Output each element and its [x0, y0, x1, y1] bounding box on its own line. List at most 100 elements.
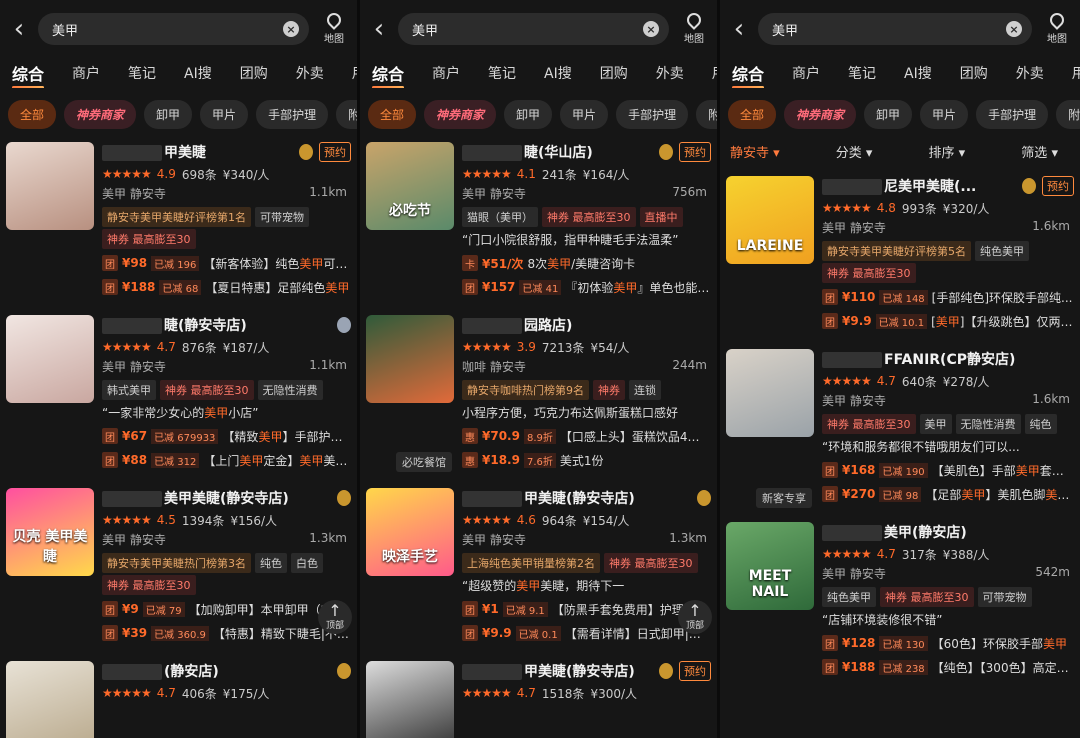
deal-row[interactable]: 团 ¥168已减 190【美肌色】手部美甲套餐|...	[822, 460, 1074, 480]
shop-thumbnail[interactable]	[366, 315, 454, 403]
shop-thumbnail[interactable]: MEET NAIL	[726, 522, 814, 610]
book-button[interactable]: 预约	[679, 661, 711, 681]
shop-name[interactable]: 甲美睫	[102, 142, 293, 162]
deal-row[interactable]: 团 ¥39 已减 360.9 【特惠】精致下睫毛|不限...	[102, 623, 351, 643]
shop-name[interactable]: 园路店)	[462, 315, 711, 335]
filter-area[interactable]: 静安寺 ▾	[730, 142, 780, 161]
chip-nail-tips[interactable]: 甲片	[560, 99, 609, 129]
deal-row[interactable]: 团 ¥1 已减 9.1 【防黑手套免费用】护理服务	[462, 599, 711, 619]
shop-thumbnail[interactable]	[366, 661, 454, 738]
shop-name[interactable]: 睫(静安寺店)	[102, 315, 331, 335]
back-arrow-icon[interactable]: ‹	[8, 14, 30, 44]
tab-all[interactable]: 综合	[732, 61, 765, 88]
shop-card[interactable]: 必吃节 睫(华山店) 预约 ★★★★★ 4.1 241条 ¥164/人 美甲 静安寺 756m 猫…	[366, 134, 711, 307]
tab-group-buy[interactable]: 团购	[960, 63, 988, 83]
tab-ai-search[interactable]: AI搜	[184, 63, 212, 83]
tab-notes[interactable]: 笔记	[848, 63, 876, 83]
chip-nearby[interactable]: 附	[336, 99, 357, 129]
tab-notes[interactable]: 笔记	[128, 63, 156, 83]
tab-more[interactable]: 用	[712, 63, 717, 83]
deal-row[interactable]: 惠 ¥18.9 7.6折 美式1份	[462, 450, 711, 470]
filter-category[interactable]: 分类 ▾	[836, 142, 873, 161]
book-button[interactable]: 预约	[319, 142, 351, 162]
tab-merchants[interactable]: 商户	[432, 63, 460, 83]
deal-row[interactable]: 团 ¥188 已减 238 【纯色】【300色】高定小...	[822, 657, 1074, 677]
deal-row[interactable]: 团 ¥270已减 98【足部美甲】美肌色脚美甲...	[822, 484, 1074, 504]
shop-thumbnail[interactable]: LAREINE	[726, 176, 814, 264]
back-arrow-icon[interactable]: ‹	[368, 14, 390, 44]
chip-coupon-merchant[interactable]: 神券商家	[424, 99, 497, 129]
tab-takeout[interactable]: 外卖	[1016, 63, 1044, 83]
shop-thumbnail[interactable]: 贝壳 美甲美睫	[6, 488, 94, 576]
chip-nearby[interactable]: 附	[696, 99, 717, 129]
chip-all[interactable]: 全部	[8, 99, 57, 129]
tab-group-buy[interactable]: 团购	[240, 63, 268, 83]
back-to-top-button[interactable]: ↑ 顶部	[318, 600, 352, 634]
chip-nail-tips[interactable]: 甲片	[200, 99, 249, 129]
map-button[interactable]: 地图	[317, 10, 351, 45]
map-button[interactable]: 地图	[1040, 10, 1074, 45]
chip-hand-care[interactable]: 手部护理	[256, 99, 329, 129]
book-button[interactable]: 预约	[679, 142, 711, 162]
back-arrow-icon[interactable]: ‹	[728, 14, 750, 44]
shop-name[interactable]: 美甲美睫(静安寺店)	[102, 488, 331, 508]
shop-card[interactable]: 甲美睫 预约 ★★★★★ 4.9 698条 ¥340/人 美甲 静安寺 1.1km 静安寺美甲美…	[6, 134, 351, 307]
back-to-top-button[interactable]: ↑ 顶部	[678, 600, 712, 634]
deal-row[interactable]: 卡 ¥51/次 8次美甲/美睫咨询卡	[462, 253, 711, 273]
shop-thumbnail[interactable]	[6, 661, 94, 738]
deal-row[interactable]: 团 ¥128 已减 130 【60色】环保胶手部美甲	[822, 633, 1074, 653]
deal-row[interactable]: 团 ¥88已减 312【上门美甲定金】美甲美睫...	[102, 450, 351, 470]
shop-name[interactable]: 甲美睫(静安寺店)	[462, 488, 691, 508]
search-input[interactable]: 美甲 ×	[398, 13, 669, 45]
deal-row[interactable]: 团 ¥9 已减 79 【加购卸甲】本甲卸甲（非单...	[102, 599, 351, 619]
shop-card[interactable]: 贝壳 美甲美睫 美甲美睫(静安寺店) ★★★★★ 4.5 1394条 ¥156/人 美甲 静…	[6, 480, 351, 653]
map-button[interactable]: 地图	[677, 10, 711, 45]
tab-all[interactable]: 综合	[372, 61, 405, 88]
chip-remove-nail[interactable]: 卸甲	[144, 99, 193, 129]
shop-card[interactable]: 睫(静安寺店) ★★★★★ 4.7 876条 ¥187/人 美甲 静安寺 1.1km 韩式美甲…	[6, 307, 351, 480]
chip-all[interactable]: 全部	[368, 99, 417, 129]
book-button[interactable]: 预约	[1042, 176, 1074, 196]
shop-card[interactable]: MEET NAIL 美甲(静安店) ★★★★★ 4.7 317条 ¥388/人 美甲 静安寺…	[726, 514, 1074, 687]
shop-thumbnail[interactable]	[6, 315, 94, 403]
tab-takeout[interactable]: 外卖	[296, 63, 324, 83]
tab-merchants[interactable]: 商户	[792, 63, 820, 83]
chip-nail-tips[interactable]: 甲片	[920, 99, 969, 129]
deal-row[interactable]: 惠 ¥70.9 8.9折 【口感上头】蛋糕饮品4选1...	[462, 426, 711, 446]
filter-more[interactable]: 筛选 ▾	[1021, 142, 1058, 161]
shop-name[interactable]: 美甲(静安店)	[822, 522, 1074, 542]
search-input[interactable]: 美甲 ×	[38, 13, 309, 45]
tab-all[interactable]: 综合	[12, 61, 45, 88]
chip-all[interactable]: 全部	[728, 99, 777, 129]
tab-takeout[interactable]: 外卖	[656, 63, 684, 83]
chip-remove-nail[interactable]: 卸甲	[504, 99, 553, 129]
shop-name[interactable]: 睫(华山店)	[462, 142, 653, 162]
tab-more[interactable]: 用	[352, 63, 357, 83]
deal-row[interactable]: 团 ¥110 已减 148 [手部纯色]环保胶手部纯...	[822, 287, 1074, 307]
filter-sort[interactable]: 排序 ▾	[929, 142, 966, 161]
chip-remove-nail[interactable]: 卸甲	[864, 99, 913, 129]
tab-group-buy[interactable]: 团购	[600, 63, 628, 83]
deal-row[interactable]: 团 ¥67已减 679933【精致美甲】手部护理专享	[102, 426, 351, 446]
deal-row[interactable]: 团 ¥9.9 已减 10.1 [美甲]【升级跳色】仅两指...	[822, 311, 1074, 331]
clear-icon[interactable]: ×	[1006, 21, 1022, 37]
chip-hand-care[interactable]: 手部护理	[616, 99, 689, 129]
clear-icon[interactable]: ×	[643, 21, 659, 37]
shop-card[interactable]: (静安店) ★★★★★ 4.7 406条 ¥175/人	[6, 653, 351, 738]
deal-row[interactable]: 团 ¥157已减 41『初体验美甲』单色也能美...	[462, 277, 711, 297]
shop-name[interactable]: 甲美睫(静安寺店)	[462, 661, 653, 681]
tab-more[interactable]: 用	[1072, 63, 1080, 83]
shop-card[interactable]: 映泽手艺 甲美睫(静安寺店) ★★★★★ 4.6 964条 ¥154/人 美甲 静安寺 1.3…	[366, 480, 711, 653]
chip-hand-care[interactable]: 手部护理	[976, 99, 1049, 129]
deal-row[interactable]: 团 ¥188 已减 68 【夏日特惠】足部纯色美甲	[102, 277, 351, 297]
shop-name[interactable]: FFANIR(CP静安店)	[822, 349, 1074, 369]
clear-icon[interactable]: ×	[283, 21, 299, 37]
shop-card[interactable]: 甲美睫(静安寺店) 预约 ★★★★★ 4.7 1518条 ¥300/人	[366, 653, 711, 738]
deal-row[interactable]: 团 ¥9.9 已减 0.1 【需看详情】日式卸甲|专业...	[462, 623, 711, 643]
search-input[interactable]: 美甲 ×	[758, 13, 1032, 45]
shop-thumbnail[interactable]	[726, 349, 814, 437]
shop-thumbnail[interactable]	[6, 142, 94, 230]
deal-row[interactable]: 团 ¥98已减 196【新客体验】纯色美甲可跳色	[102, 253, 351, 273]
tab-notes[interactable]: 笔记	[488, 63, 516, 83]
shop-name[interactable]: (静安店)	[102, 661, 331, 681]
